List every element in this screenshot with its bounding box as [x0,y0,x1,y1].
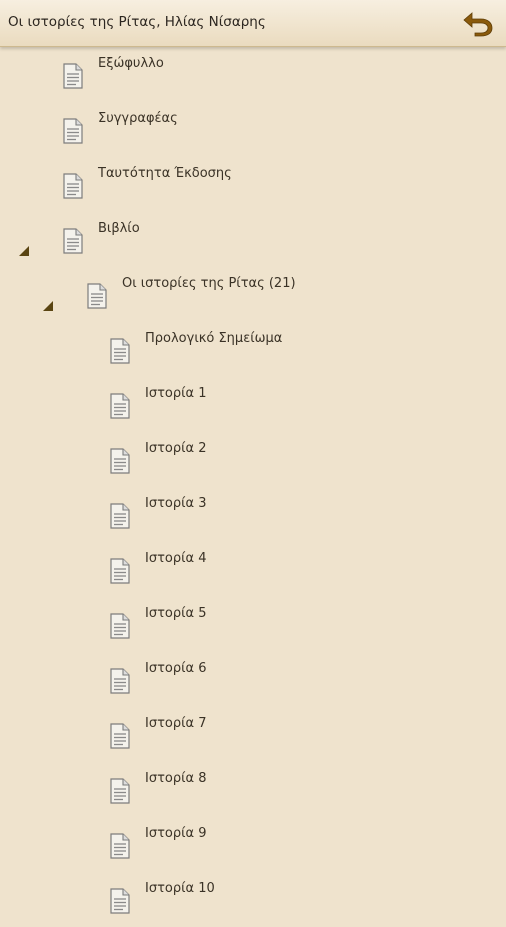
document-icon [109,448,131,474]
tree-item-label[interactable]: Βιβλίο [98,221,140,236]
document-icon [62,173,84,199]
tree-item-label[interactable]: Ιστορία 4 [145,551,206,566]
tree-item[interactable]: Ιστορία 3 [0,487,506,542]
undo-arrow-icon [463,12,493,37]
document-icon [62,63,84,89]
tree-item-label[interactable]: Ιστορία 6 [145,661,206,676]
tree-item[interactable]: Ιστορία 8 [0,762,506,817]
tree-item-label[interactable]: Ιστορία 3 [145,496,206,511]
document-icon [109,393,131,419]
document-icon [109,778,131,804]
tree-item-label[interactable]: Ιστορία 1 [145,386,206,401]
document-icon [109,833,131,859]
tree-item[interactable]: Ιστορία 9 [0,817,506,872]
book-title: Οι ιστορίες της Ρίτας, Ηλίας Νίσαρης [8,14,266,30]
tree-item[interactable]: Βιβλίο [0,212,506,267]
tree-item-label[interactable]: Συγγραφέας [98,111,178,126]
tree-item[interactable]: Ιστορία 2 [0,432,506,487]
tree-item[interactable]: Ιστορία 6 [0,652,506,707]
tree-item[interactable]: Συγγραφέας [0,102,506,157]
document-icon [62,118,84,144]
tree-item-label[interactable]: Ιστορία 7 [145,716,206,731]
document-icon [109,888,131,914]
tree-item[interactable]: Προλογικό Σημείωμα [0,322,506,377]
tree-item-label[interactable]: Ιστορία 8 [145,771,206,786]
document-icon [109,338,131,364]
tree-item[interactable]: Ιστορία 5 [0,597,506,652]
app-header: Οι ιστορίες της Ρίτας, Ηλίας Νίσαρης [0,0,506,47]
expanded-triangle-icon[interactable] [43,301,53,311]
table-of-contents-tree: Εξώφυλλο Συγγραφέας Ταυτότητα Έκδοσης Βιβλί… [0,47,506,927]
expanded-triangle-icon[interactable] [19,246,29,256]
tree-item-label[interactable]: Ιστορία 5 [145,606,206,621]
tree-item[interactable]: Οι ιστορίες της Ρίτας (21) [0,267,506,322]
document-icon [109,613,131,639]
tree-item-label[interactable]: Ιστορία 2 [145,441,206,456]
document-icon [109,723,131,749]
tree-item[interactable]: Ιστορία 1 [0,377,506,432]
document-icon [109,503,131,529]
document-icon [86,283,108,309]
document-icon [109,668,131,694]
tree-item-label[interactable]: Εξώφυλλο [98,56,164,71]
tree-item-label[interactable]: Ιστορία 9 [145,826,206,841]
tree-item[interactable]: Ιστορία 7 [0,707,506,762]
document-icon [62,228,84,254]
tree-item-label[interactable]: Προλογικό Σημείωμα [145,331,282,346]
tree-item[interactable]: Εξώφυλλο [0,47,506,102]
tree-item[interactable]: Ταυτότητα Έκδοσης [0,157,506,212]
document-icon [109,558,131,584]
tree-item[interactable]: Ιστορία 4 [0,542,506,597]
tree-item-label[interactable]: Ταυτότητα Έκδοσης [98,166,232,181]
back-button[interactable] [456,4,500,42]
tree-item-label[interactable]: Οι ιστορίες της Ρίτας (21) [122,276,296,291]
tree-item-label[interactable]: Ιστορία 10 [145,881,215,896]
